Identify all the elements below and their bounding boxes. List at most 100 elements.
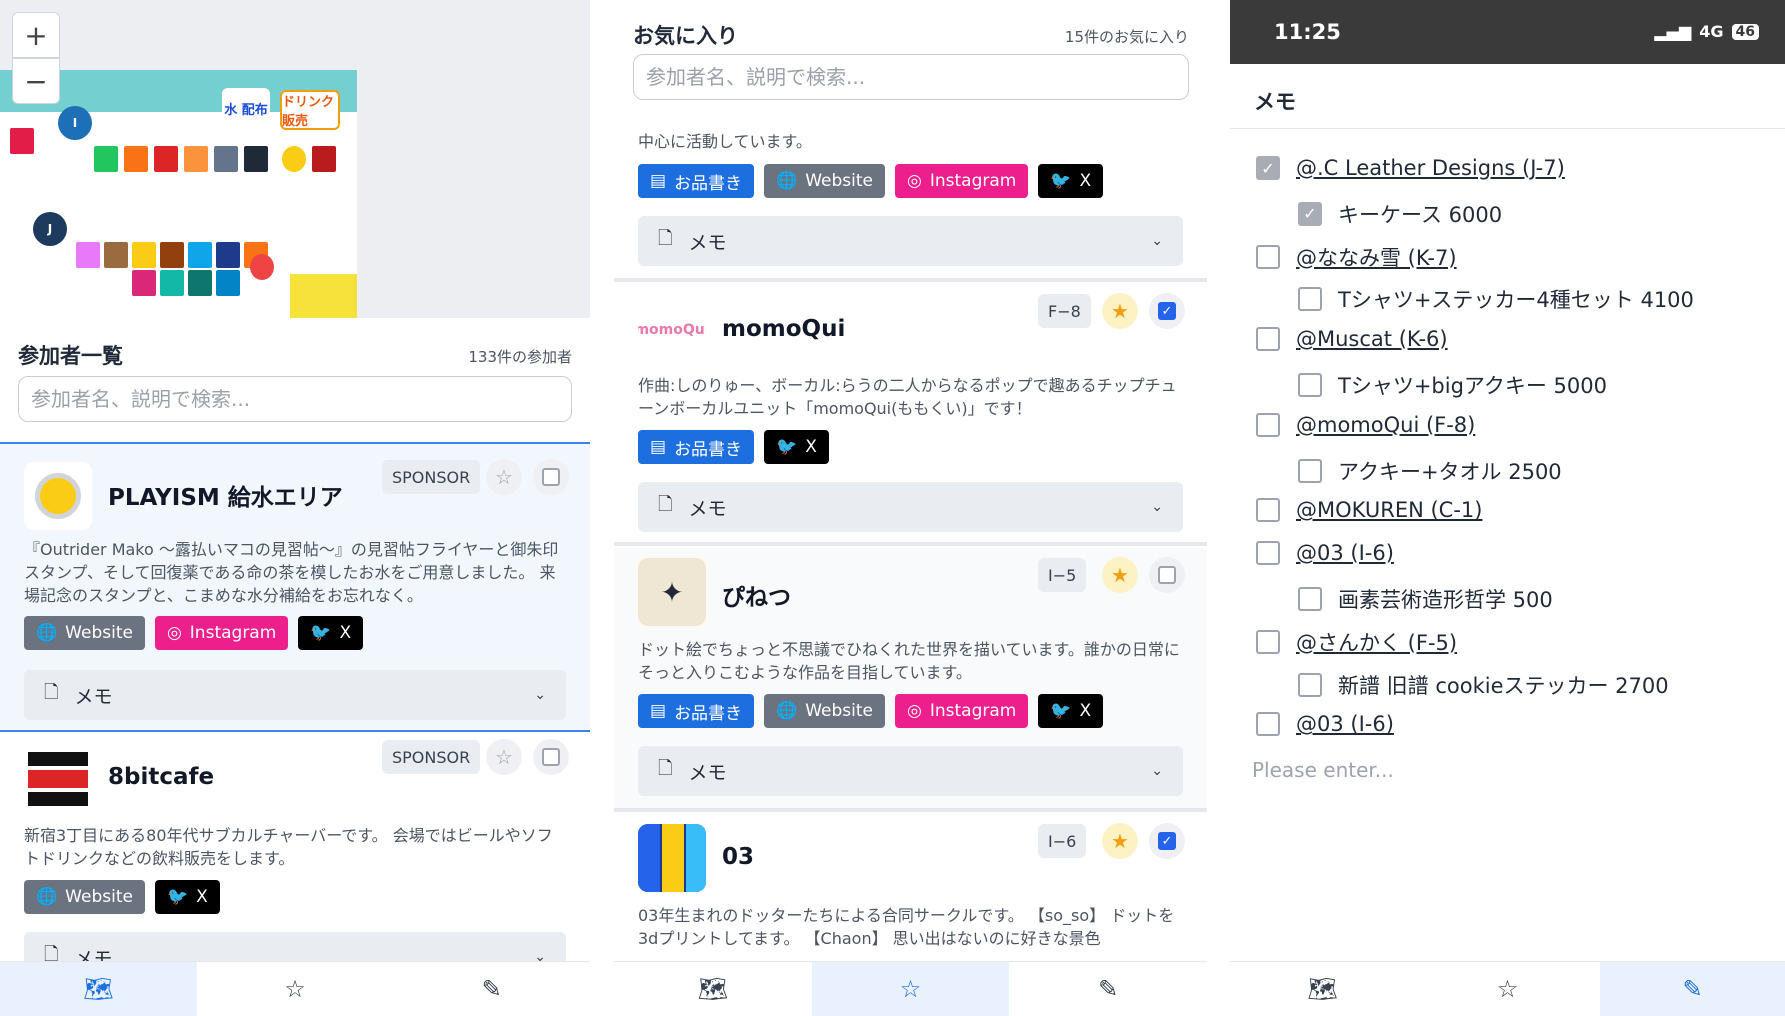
favorite-star-button[interactable]: ☆ [486,739,522,775]
checkbox-icon[interactable] [1298,287,1322,312]
memo-product-item[interactable]: 画素芸術造形哲学 500 [1298,584,1553,614]
booth-tile[interactable] [10,128,34,154]
zoom-in-button[interactable]: + [12,12,60,58]
memo-circle-item[interactable]: @03 (I-6) [1256,541,1394,566]
booth-tile[interactable] [132,270,156,296]
memo-circle-item[interactable]: @MOKUREN (C-1) [1256,498,1482,523]
circle-link[interactable]: @03 (I-6) [1296,541,1394,565]
website-link[interactable]: 🌐 Website [764,694,886,728]
memo-product-item[interactable]: アクキー+タオル 2500 [1298,456,1562,486]
map-canvas[interactable]: 水 配布 ドリンク 販売 I J [0,70,357,318]
participant-card[interactable]: PLAYISM 給水エリア SPONSOR ☆ 『Outrider Mako ～… [0,442,590,732]
check-button[interactable] [533,739,569,775]
checkbox-icon[interactable] [1298,373,1322,397]
circle-link[interactable]: @.C Leather Designs (J-7) [1296,156,1565,180]
memo-circle-item[interactable]: @さんかく (F-5) [1256,627,1457,657]
memo-circle-item[interactable]: @ななみ雪 (K-7) [1256,242,1457,272]
booth-tile[interactable] [160,242,184,268]
x-link[interactable]: 🐦 X [764,430,829,464]
memo-toggle[interactable]: 🗋 メモ ⌄ [638,216,1183,266]
instagram-link[interactable]: ◎ Instagram [895,164,1029,198]
checkbox-icon[interactable] [1298,587,1322,611]
booth-tile[interactable] [216,270,240,296]
memo-toggle[interactable]: 🗋 メモ ⌄ [638,746,1183,796]
booth-tile[interactable] [188,242,212,268]
booth-tile[interactable] [214,146,238,172]
memo-circle-item[interactable]: ✓ @.C Leather Designs (J-7) [1256,156,1565,180]
memo-circle-item[interactable]: @03 (I-6) [1256,712,1394,737]
favorite-star-button[interactable]: ★ [1102,823,1138,859]
memo-circle-item[interactable]: @Muscat (K-6) [1256,327,1448,352]
booth-tile[interactable] [132,242,156,268]
search-input[interactable] [633,54,1189,100]
participant-card[interactable]: 中心に活動しています。 ▤ お品書き 🌐 Website ◎ Instagram 🐦 X… [614,118,1207,282]
menu-link[interactable]: ▤ お品書き [638,430,755,464]
memo-toggle[interactable]: 🗋 メモ ⌄ [638,482,1183,532]
booth-tile[interactable] [244,146,268,172]
checkbox-icon[interactable] [1298,672,1322,697]
x-link[interactable]: 🐦 X [298,616,364,650]
website-link[interactable]: 🌐 Website [24,616,145,650]
checkbox-icon[interactable] [1256,541,1280,566]
booth-tile[interactable] [160,270,184,296]
tab-favorites[interactable]: ☆ [811,962,1010,1016]
favorite-star-button[interactable]: ★ [1102,557,1138,593]
tab-favorites[interactable]: ☆ [197,962,394,1016]
tab-map[interactable]: 🗺 [1230,962,1415,1016]
check-button[interactable]: ✓ [1149,823,1185,859]
favorite-star-button[interactable]: ☆ [486,459,522,495]
instagram-link[interactable]: ◎ Instagram [895,694,1029,728]
website-link[interactable]: 🌐 Website [764,164,886,198]
tab-memo[interactable]: ✎ [1600,962,1785,1016]
booth-tile[interactable] [250,254,274,280]
x-link[interactable]: 🐦 X [1038,694,1104,728]
booth-tile[interactable] [94,146,118,172]
x-link[interactable]: 🐦 X [1038,164,1104,198]
booth-tile[interactable] [216,242,240,268]
booth-tile[interactable] [154,146,178,172]
circle-link[interactable]: @03 (I-6) [1296,712,1394,736]
tab-memo[interactable]: ✎ [393,962,590,1016]
tab-map[interactable]: 🗺 [614,962,812,1016]
checkbox-icon[interactable]: ✓ [1298,201,1322,226]
participant-card[interactable]: momoQui momoQui F−8 ★ ✓ 作曲:しのりゅー、ボーカル:らう… [614,284,1207,546]
tab-map[interactable]: 🗺 [0,962,197,1016]
booth-tile[interactable] [188,270,212,296]
checkbox-icon[interactable] [1256,712,1280,737]
check-button[interactable] [533,459,569,495]
memo-product-item[interactable]: 新譜 旧譜 cookieステッカー 2700 [1298,670,1669,700]
search-input[interactable] [18,376,572,422]
venue-map[interactable]: 水 配布 ドリンク 販売 I J + − [0,0,590,318]
x-link[interactable]: 🐦 X [154,880,220,914]
booth-tile[interactable] [124,146,148,172]
booth-tile[interactable] [282,146,306,172]
circle-link[interactable]: @Muscat (K-6) [1296,327,1448,351]
circle-link[interactable]: @momoQui (F-8) [1296,413,1475,437]
checkbox-icon[interactable] [1256,327,1280,352]
checkbox-icon[interactable]: ✓ [1256,156,1280,180]
participant-card[interactable]: 03 I−6 ★ ✓ 03年生まれのドッターたちによる合同サークルです。 【so… [614,814,1207,964]
checkbox-icon[interactable] [1256,498,1280,523]
memo-toggle[interactable]: 🗋 メモ ⌄ [24,670,566,720]
memo-circle-item[interactable]: @momoQui (F-8) [1256,412,1475,437]
circle-link[interactable]: @MOKUREN (C-1) [1296,498,1482,522]
memo-input-placeholder[interactable]: Please enter... [1252,758,1394,782]
booth-tile[interactable] [184,146,208,172]
checkbox-icon[interactable] [1256,412,1280,437]
booth-tile[interactable] [76,242,100,268]
menu-link[interactable]: ▤ お品書き [638,164,755,198]
instagram-link[interactable]: ◎ Instagram [154,616,289,650]
memo-product-item[interactable]: Tシャツ+ステッカー4種セット 4100 [1298,284,1694,314]
tab-favorites[interactable]: ☆ [1415,962,1600,1016]
circle-link[interactable]: @ななみ雪 (K-7) [1296,242,1457,272]
circle-link[interactable]: @さんかく (F-5) [1296,627,1457,657]
check-button[interactable]: ✓ [1149,293,1185,329]
website-link[interactable]: 🌐 Website [24,880,145,914]
check-button[interactable] [1149,557,1185,593]
menu-link[interactable]: ▤ お品書き [638,694,755,728]
memo-product-item[interactable]: ✓ キーケース 6000 [1298,199,1502,229]
zoom-out-button[interactable]: − [12,58,60,104]
participant-card[interactable]: 8bitcafe SPONSOR ☆ 新宿3丁目にある80年代サブカルチャーバー… [0,734,590,982]
checkbox-icon[interactable] [1298,458,1322,483]
checkbox-icon[interactable] [1256,629,1280,654]
